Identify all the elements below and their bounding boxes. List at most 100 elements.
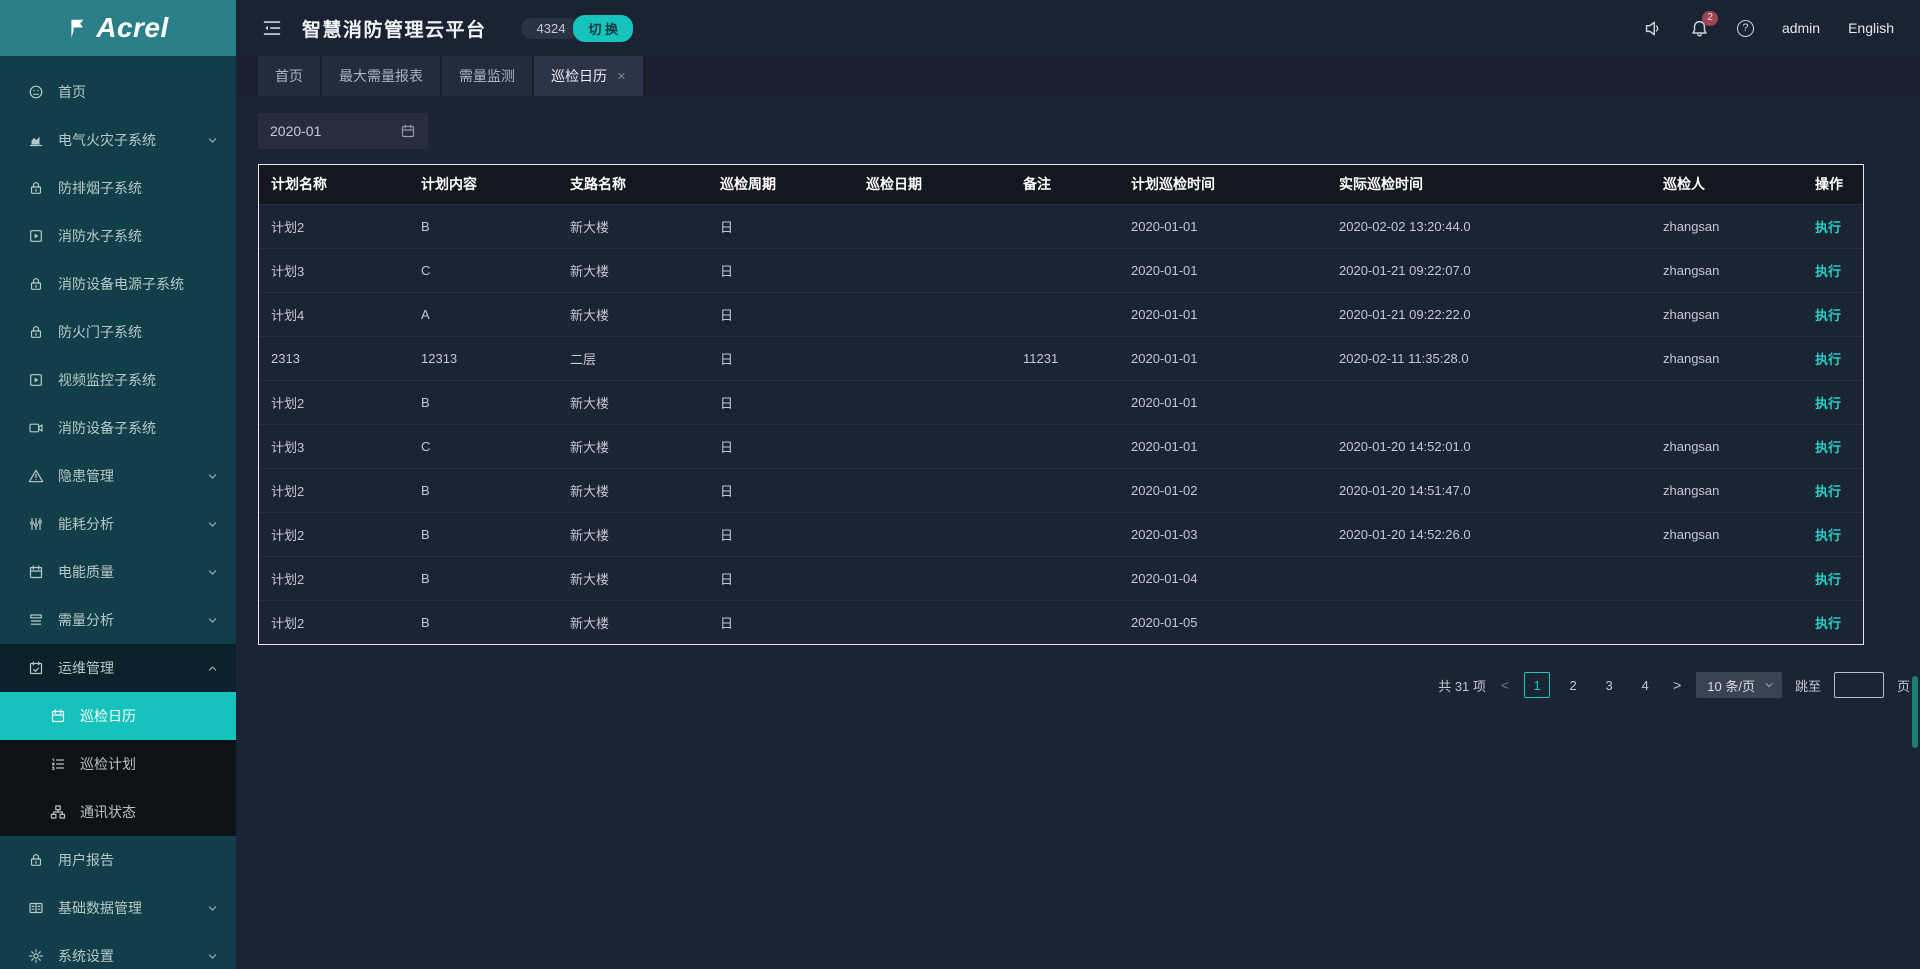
execute-link[interactable]: 执行 (1815, 264, 1841, 279)
table-cell: 执行 (1803, 248, 1863, 292)
user-menu[interactable]: admin (1782, 20, 1820, 36)
sidebar-item[interactable]: 运维管理 (0, 644, 236, 692)
notifications-bell[interactable]: 2 (1690, 19, 1709, 38)
page-number[interactable]: 4 (1632, 672, 1658, 698)
ordered-list-icon (50, 756, 66, 772)
table-row: 计划2B新大楼日2020-01-01执行 (259, 380, 1863, 424)
sidebar-item[interactable]: 需量分析 (0, 596, 236, 644)
tab[interactable]: 需量监测 (442, 56, 532, 96)
calendar-icon (50, 708, 66, 724)
table-row: 231312313二层日112312020-01-012020-02-11 11… (259, 336, 1863, 380)
column-header: 支路名称 (558, 165, 708, 204)
execute-link[interactable]: 执行 (1815, 528, 1841, 543)
pagination: 共 31 项 < 1234 > 10 条/页 跳至 页 (258, 672, 1910, 698)
sidebar-item[interactable]: 电气火灾子系统 (0, 116, 236, 164)
sidebar-item-label: 防排烟子系统 (58, 178, 142, 198)
sidebar-subitem[interactable]: 巡检日历 (0, 692, 236, 740)
table-cell: 执行 (1803, 204, 1863, 248)
sidebar-item[interactable]: 视频监控子系统 (0, 356, 236, 404)
table-row: 计划2B新大楼日2020-01-032020-01-20 14:52:26.0z… (259, 512, 1863, 556)
table-cell: 新大楼 (558, 380, 708, 424)
chevron-down-icon (207, 951, 218, 962)
bar-chart-icon (28, 132, 44, 148)
execute-link[interactable]: 执行 (1815, 572, 1841, 587)
language-toggle[interactable]: English (1848, 20, 1894, 36)
execute-link[interactable]: 执行 (1815, 616, 1841, 631)
sidebar-item[interactable]: 电能质量 (0, 548, 236, 596)
execute-link[interactable]: 执行 (1815, 352, 1841, 367)
table-row: 计划2B新大楼日2020-01-05执行 (259, 600, 1863, 644)
inspection-table: 计划名称计划内容支路名称巡检周期巡检日期备注计划巡检时间实际巡检时间巡检人操作 … (258, 164, 1864, 645)
execute-link[interactable]: 执行 (1815, 484, 1841, 499)
month-picker[interactable]: 2020-01 (258, 113, 428, 149)
lock-icon (28, 180, 44, 196)
sidebar-item[interactable]: 首页 (0, 68, 236, 116)
close-icon[interactable]: × (617, 68, 626, 85)
page-size-select[interactable]: 10 条/页 (1696, 672, 1782, 698)
sidebar-subitem[interactable]: 通讯状态 (0, 788, 236, 836)
table-cell: zhangsan (1651, 336, 1803, 380)
page-number[interactable]: 2 (1560, 672, 1586, 698)
table-cell: 2020-01-01 (1119, 424, 1327, 468)
calendar-check-icon (28, 660, 44, 676)
sidebar-subitem-label: 通讯状态 (80, 802, 136, 822)
next-page-button[interactable]: > (1671, 677, 1683, 693)
sidebar-subitem[interactable]: 巡检计划 (0, 740, 236, 788)
table-cell (854, 336, 1011, 380)
table-cell: 执行 (1803, 336, 1863, 380)
table-cell: 计划2 (259, 512, 409, 556)
sidebar-item[interactable]: 消防设备子系统 (0, 404, 236, 452)
gear-icon (28, 948, 44, 964)
sidebar-subitem-label: 巡检计划 (80, 754, 136, 774)
speaker-icon[interactable] (1643, 19, 1662, 38)
table-cell (1011, 204, 1119, 248)
sidebar-item[interactable]: 防排烟子系统 (0, 164, 236, 212)
sidebar-item-label: 消防设备子系统 (58, 418, 156, 438)
table-cell (1327, 600, 1651, 644)
page-number[interactable]: 3 (1596, 672, 1622, 698)
sidebar-item[interactable]: 消防水子系统 (0, 212, 236, 260)
sidebar-item[interactable]: 消防设备电源子系统 (0, 260, 236, 308)
table-header-row: 计划名称计划内容支路名称巡检周期巡检日期备注计划巡检时间实际巡检时间巡检人操作 (259, 165, 1863, 204)
lock-icon (28, 276, 44, 292)
table-cell: zhangsan (1651, 424, 1803, 468)
tab[interactable]: 首页 (258, 56, 320, 96)
table-cell: 2020-01-01 (1119, 292, 1327, 336)
lock-icon (28, 852, 44, 868)
project-count-badge: 4324 (521, 18, 580, 39)
sidebar-item[interactable]: 用户报告 (0, 836, 236, 884)
menu-fold-icon[interactable] (262, 18, 282, 38)
execute-link[interactable]: 执行 (1815, 440, 1841, 455)
jump-page-input[interactable] (1834, 672, 1884, 698)
table-cell: 日 (708, 468, 854, 512)
table-cell (1011, 292, 1119, 336)
switch-button[interactable]: 切 换 (573, 15, 633, 42)
execute-link[interactable]: 执行 (1815, 220, 1841, 235)
execute-link[interactable]: 执行 (1815, 308, 1841, 323)
smile-icon (28, 84, 44, 100)
page-number[interactable]: 1 (1524, 672, 1550, 698)
help-icon[interactable]: ? (1737, 20, 1754, 37)
tab[interactable]: 最大需量报表 (322, 56, 440, 96)
table-cell: A (409, 292, 558, 336)
table-cell (1011, 600, 1119, 644)
table-cell: 执行 (1803, 468, 1863, 512)
chevron-down-icon (1764, 680, 1774, 690)
prev-page-button[interactable]: < (1499, 677, 1511, 693)
table-cell (1011, 556, 1119, 600)
sidebar-item[interactable]: 基础数据管理 (0, 884, 236, 932)
table-cell (1651, 556, 1803, 600)
sidebar-item[interactable]: 隐患管理 (0, 452, 236, 500)
sidebar-item[interactable]: 能耗分析 (0, 500, 236, 548)
sidebar-item[interactable]: 系统设置 (0, 932, 236, 969)
sidebar-item[interactable]: 防火门子系统 (0, 308, 236, 356)
table-cell (854, 512, 1011, 556)
table-cell: 2020-02-11 11:35:28.0 (1327, 336, 1651, 380)
tab[interactable]: 巡检日历× (534, 56, 643, 96)
sidebar-item-label: 隐患管理 (58, 466, 114, 486)
execute-link[interactable]: 执行 (1815, 396, 1841, 411)
table-cell: zhangsan (1651, 204, 1803, 248)
scrollbar-thumb[interactable] (1912, 676, 1918, 748)
acrel-logo[interactable]: Acrel (0, 0, 236, 56)
table-row: 计划3C新大楼日2020-01-012020-01-20 14:52:01.0z… (259, 424, 1863, 468)
